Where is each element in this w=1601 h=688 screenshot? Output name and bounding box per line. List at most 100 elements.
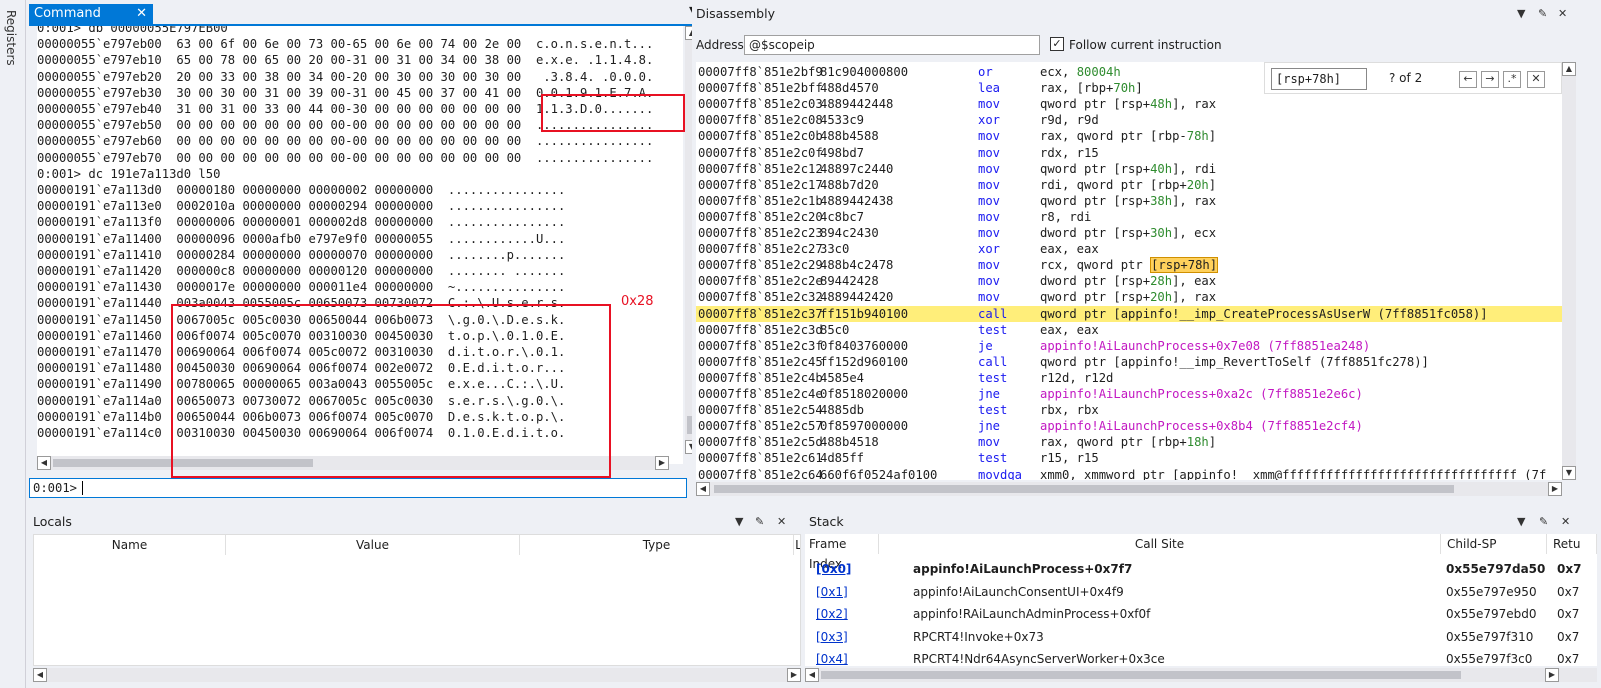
locals-col-name[interactable]: Name	[34, 535, 226, 555]
disasm-bytes: 4c8bc7	[820, 209, 865, 224]
frame-index-link[interactable]: [0x2]	[816, 603, 848, 625]
operand-part: ], eax	[1172, 274, 1217, 289]
disasm-row[interactable]: 00007ff8`851e2c3f 0f8403760000 je appinfo!A…	[696, 338, 1562, 354]
disasm-row[interactable]: 00007ff8`851e2c03 4889442448 mov qword ptr …	[696, 96, 1562, 112]
disasm-row[interactable]: 00007ff8`851e2c0f 498bd7 mov rdx, r15	[696, 145, 1562, 161]
dc-output-line: 00000191`e7a113e0 0002010a 00000000 0000…	[37, 199, 566, 214]
pin-icon[interactable]: ✎	[755, 512, 764, 532]
frame-index-link[interactable]: [0x1]	[816, 581, 848, 603]
disassembly-hscroll[interactable]: ◀ ▶	[696, 482, 1562, 496]
call-site: RPCRT4!Invoke+0x73	[913, 629, 1044, 644]
disasm-row[interactable]: 00007ff8`851e2c45 ff152d960100 call qword p…	[696, 354, 1562, 370]
close-icon[interactable]: ✕	[136, 4, 147, 24]
return-address: 0x7	[1557, 584, 1580, 599]
search-input[interactable]: [rsp+78h]	[1271, 68, 1367, 90]
disasm-row[interactable]: 00007ff8`851e2c08 4533c9 xor r9d, r9d	[696, 112, 1562, 128]
frame-index-link[interactable]: [0x4]	[816, 648, 848, 666]
registers-side-tab[interactable]: Registers	[0, 0, 26, 688]
stack-row[interactable]: [0x0] appinfo!AiLaunchProcess+0x7f7 0x55e7…	[805, 558, 1597, 580]
stack-col-ret[interactable]: Retu	[1547, 534, 1597, 554]
disasm-row[interactable]: 00007ff8`851e2c27 33c0 xor eax, eax	[696, 241, 1562, 257]
close-icon[interactable]: ✕	[1558, 4, 1567, 24]
disasm-row[interactable]: 00007ff8`851e2c4e 0f8518020000 jne appinfo!…	[696, 386, 1562, 402]
dropdown-icon[interactable]: ▼	[1517, 4, 1525, 24]
stack-col-index[interactable]: Frame Index	[805, 534, 879, 571]
stack-row[interactable]: [0x4] RPCRT4!Ndr64AsyncServerWorker+0x3ce…	[805, 648, 1597, 666]
close-icon[interactable]: ✕	[777, 512, 786, 532]
disasm-bytes: 85c0	[820, 322, 850, 337]
disasm-row[interactable]: 00007ff8`851e2c54 4885db test rbx, rbx	[696, 402, 1562, 418]
scroll-left-icon[interactable]: ◀	[696, 482, 710, 496]
dropdown-icon[interactable]: ▼	[735, 512, 743, 532]
stack-row[interactable]: [0x2] appinfo!RAiLaunchAdminProcess+0xf0f…	[805, 603, 1597, 625]
frame-index-link[interactable]: [0x0]	[816, 558, 851, 580]
locals-hscroll[interactable]: ◀ ▶	[33, 668, 801, 682]
scroll-thumb[interactable]	[714, 485, 1454, 493]
search-bar: [rsp+78h] ? of 2 ← → .* ✕	[1264, 62, 1562, 94]
scroll-left-icon[interactable]: ◀	[805, 668, 819, 682]
regex-icon[interactable]: .*	[1503, 71, 1521, 88]
disasm-operands: appinfo!AiLaunchProcess+0x8b4 (7ff8851e2…	[1040, 418, 1363, 434]
disasm-row[interactable]: 00007ff8`851e2c29 488b4c2478 mov rcx, qword…	[696, 257, 1562, 274]
disasm-address: 00007ff8`851e2bf9	[698, 65, 823, 79]
disasm-mnemonic: movdqa	[978, 467, 1023, 481]
pin-icon[interactable]: ✎	[1539, 512, 1548, 532]
close-icon[interactable]: ✕	[1561, 512, 1570, 532]
disasm-bytes: 488b7d20	[820, 177, 879, 192]
scroll-right-icon[interactable]: ▶	[787, 668, 801, 682]
locals-col-value[interactable]: Value	[226, 535, 520, 555]
dropdown-icon[interactable]: ▼	[1517, 512, 1525, 532]
disasm-row[interactable]: 00007ff8`851e2c12 48897c2440 mov qword ptr …	[696, 161, 1562, 177]
command-input[interactable]	[82, 481, 682, 495]
stack-hscroll[interactable]: ◀ ▶	[805, 668, 1597, 682]
disasm-row[interactable]: 00007ff8`851e2c37 ff151b940100 call qword p…	[696, 305, 1562, 322]
scroll-right-icon[interactable]: ▶	[1548, 482, 1562, 496]
close-search-icon[interactable]: ✕	[1527, 71, 1545, 88]
disasm-mnemonic: xor	[978, 242, 1001, 257]
locals-title: Locals	[33, 514, 72, 529]
frame-index-link[interactable]: [0x3]	[816, 626, 848, 648]
disasm-row[interactable]: 00007ff8`851e2c61 4d85ff test r15, r15	[696, 450, 1562, 466]
call-site: RPCRT4!Ndr64AsyncServerWorker+0x3ce	[913, 652, 1165, 666]
disasm-row[interactable]: 00007ff8`851e2c2e 89442428 mov dword ptr [r…	[696, 273, 1562, 289]
disasm-row[interactable]: 00007ff8`851e2c20 4c8bc7 mov r8, rdi	[696, 209, 1562, 225]
disasm-row[interactable]: 00007ff8`851e2c64 660f6f0524af0100 movdqa x…	[696, 467, 1562, 481]
address-input[interactable]: @$scopeip	[744, 35, 1040, 55]
pin-icon[interactable]: ✎	[1538, 4, 1547, 24]
operand-part: appinfo!AiLaunchProcess+0x8b4 (7ff8851e2…	[1040, 419, 1363, 434]
prev-result-icon[interactable]: ←	[1459, 71, 1477, 88]
disasm-row[interactable]: 00007ff8`851e2c17 488b7d20 mov rdi, qword p…	[696, 177, 1562, 193]
follow-checkbox[interactable]: ✓	[1050, 37, 1064, 51]
disasm-row[interactable]: 00007ff8`851e2c1b 4889442438 mov qword ptr …	[696, 193, 1562, 209]
stack-col-site[interactable]: Call Site	[879, 534, 1441, 554]
scroll-left-icon[interactable]: ◀	[33, 668, 47, 682]
scroll-down-icon[interactable]: ▼	[1562, 466, 1576, 480]
disasm-row[interactable]: 00007ff8`851e2c5d 488b4518 mov rax, qword p…	[696, 434, 1562, 450]
locals-col-l[interactable]: L	[794, 535, 800, 555]
disasm-row[interactable]: 00007ff8`851e2c32 4889442420 mov qword ptr …	[696, 289, 1562, 305]
command-tab[interactable]: Command ✕	[29, 4, 153, 24]
disasm-row[interactable]: 00007ff8`851e2c57 0f8597000000 jne appinfo!…	[696, 418, 1562, 434]
operand-part: ], rax	[1172, 97, 1217, 112]
db-output-line: 00000055`e797eb70 00 00 00 00 00 00 00 0…	[37, 150, 654, 165]
locals-col-type[interactable]: Type	[520, 535, 794, 555]
scroll-thumb[interactable]	[821, 671, 1461, 679]
disassembly-vscroll[interactable]: ▲ ▼	[1562, 62, 1576, 480]
operand-part: ]	[1135, 81, 1143, 96]
disasm-row[interactable]: 00007ff8`851e2c3d 85c0 test eax, eax	[696, 322, 1562, 338]
operand-part: 20h	[1150, 290, 1173, 305]
scroll-right-icon[interactable]: ▶	[1545, 668, 1559, 682]
disasm-row[interactable]: 00007ff8`851e2c0b 488b4588 mov rax, qword p…	[696, 128, 1562, 144]
operand-part: rax, qword ptr [rbp-	[1040, 129, 1187, 144]
disasm-address: 00007ff8`851e2c12	[698, 161, 823, 176]
stack-col-sp[interactable]: Child-SP	[1441, 534, 1547, 554]
next-result-icon[interactable]: →	[1481, 71, 1499, 88]
disasm-row[interactable]: 00007ff8`851e2c23 894c2430 mov dword ptr [r…	[696, 225, 1562, 241]
scroll-left-icon[interactable]: ◀	[37, 456, 51, 470]
stack-row[interactable]: [0x3] RPCRT4!Invoke+0x73 0x55e797f310 0x7	[805, 626, 1597, 648]
stack-row[interactable]: [0x1] appinfo!AiLaunchConsentUI+0x4f9 0x55…	[805, 581, 1597, 603]
scroll-up-icon[interactable]: ▲	[1562, 62, 1576, 76]
db-output-line: 00000055`e797eb10 65 00 78 00 65 00 20 0…	[37, 53, 654, 68]
scroll-right-icon[interactable]: ▶	[655, 456, 669, 470]
disasm-row[interactable]: 00007ff8`851e2c4b 4585e4 test r12d, r12d	[696, 370, 1562, 386]
